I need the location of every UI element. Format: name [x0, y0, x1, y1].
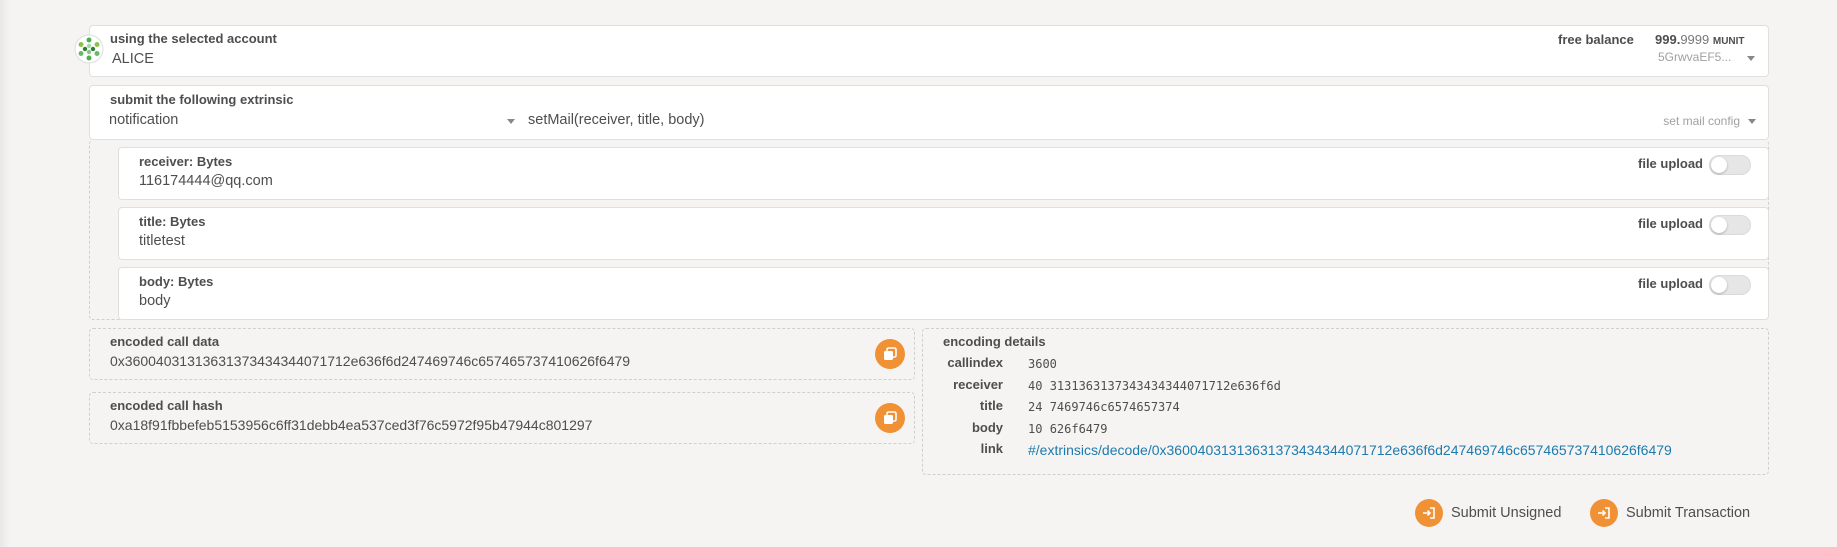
account-identicon-icon	[74, 34, 104, 64]
param-label: receiver: Bytes	[139, 154, 233, 169]
title-len: 24	[1028, 400, 1043, 414]
file-upload-label: file upload	[1638, 216, 1703, 231]
copy-call-data-button[interactable]	[875, 339, 905, 369]
submit-transaction-button[interactable]: Submit Transaction	[1590, 499, 1750, 527]
file-upload-label: file upload	[1638, 156, 1703, 171]
submit-unsigned-label: Submit Unsigned	[1451, 505, 1562, 521]
body-hex: 626f6479	[1049, 422, 1108, 436]
extrinsic-label: submit the following extrinsic	[110, 92, 294, 107]
body-key: body	[971, 420, 1003, 435]
param-title[interactable]: title: Bytes titletest file upload	[118, 207, 1769, 260]
balance-unit: MUNIT	[1712, 36, 1745, 47]
body-len: 10	[1028, 422, 1043, 436]
receiver-key: receiver	[953, 377, 1003, 392]
param-body-input[interactable]: body	[139, 293, 170, 309]
account-label: using the selected account	[110, 31, 277, 46]
copy-icon	[884, 411, 897, 424]
body-encoded: 10 626f6479	[1028, 422, 1107, 436]
file-upload-toggle[interactable]	[1709, 275, 1751, 295]
method-select[interactable]: setMail(receiver, title, body) set mail …	[528, 110, 1758, 132]
copy-icon	[884, 347, 897, 360]
free-balance-value: 999.9999 MUNIT	[1655, 32, 1745, 47]
encoding-details: encoding details callindex 3600 receiver…	[922, 328, 1769, 475]
submit-unsigned-button[interactable]: Submit Unsigned	[1415, 499, 1561, 527]
sign-in-icon	[1415, 499, 1443, 527]
method-doc: set mail config	[1663, 114, 1740, 128]
title-encoded: 24 7469746c6574657374	[1028, 400, 1180, 414]
encoded-call-data-value: 0x36004031313631373434344071712e636f6d24…	[110, 353, 631, 369]
param-receiver-input[interactable]: 116174444@qq.com	[139, 173, 273, 189]
link-key: link	[980, 441, 1003, 456]
sign-in-icon	[1590, 499, 1618, 527]
module-value: notification	[109, 112, 179, 128]
encoding-details-label: encoding details	[943, 334, 1046, 349]
title-hex: 7469746c6574657374	[1049, 400, 1180, 414]
chevron-down-icon[interactable]	[1747, 56, 1755, 61]
extrinsic-selector: submit the following extrinsic notificat…	[89, 85, 1769, 140]
account-name: ALICE	[112, 51, 154, 67]
encoded-call-data-label: encoded call data	[110, 334, 220, 349]
param-label: title: Bytes	[139, 214, 206, 229]
receiver-encoded: 40 3131363137343434344071712e636f6d	[1028, 379, 1281, 393]
chevron-down-icon	[507, 119, 515, 124]
callindex-key: callindex	[947, 355, 1003, 370]
file-upload-toggle[interactable]	[1709, 155, 1751, 175]
param-title-input[interactable]: titletest	[139, 233, 185, 249]
encoded-call-hash: encoded call hash 0xa18f91fbbefeb5153956…	[89, 392, 915, 444]
chevron-down-icon	[1748, 119, 1756, 124]
left-edge-shadow	[0, 0, 10, 547]
submit-transaction-label: Submit Transaction	[1626, 505, 1751, 521]
file-upload-toggle[interactable]	[1709, 215, 1751, 235]
receiver-len: 40	[1028, 379, 1043, 393]
decode-link[interactable]: #/extrinsics/decode/0x360040313136313734…	[1028, 442, 1672, 458]
balance-dec: 9999	[1680, 32, 1710, 47]
encoded-call-hash-value: 0xa18f91fbbefeb5153956c6ff31debb4ea537ce…	[110, 417, 593, 433]
param-body[interactable]: body: Bytes body file upload	[118, 267, 1769, 320]
free-balance-label: free balance	[1558, 32, 1634, 47]
receiver-hex: 3131363137343434344071712e636f6d	[1049, 379, 1281, 393]
account-selector[interactable]: using the selected account ALICE free ba…	[74, 25, 1769, 77]
encoded-call-data: encoded call data 0x36004031313631373434…	[89, 328, 915, 380]
balance-int: 999.	[1655, 32, 1681, 47]
module-select[interactable]: notification	[109, 110, 515, 132]
file-upload-label: file upload	[1638, 276, 1703, 291]
param-receiver[interactable]: receiver: Bytes 116174444@qq.com file up…	[118, 147, 1769, 200]
account-address: 5GrwvaEF5...	[1658, 50, 1732, 64]
copy-call-hash-button[interactable]	[875, 403, 905, 433]
callindex-value: 3600	[1028, 357, 1057, 371]
method-value: setMail(receiver, title, body)	[528, 112, 705, 128]
title-key: title	[979, 398, 1003, 413]
encoded-call-hash-label: encoded call hash	[110, 398, 223, 413]
param-label: body: Bytes	[139, 274, 214, 289]
